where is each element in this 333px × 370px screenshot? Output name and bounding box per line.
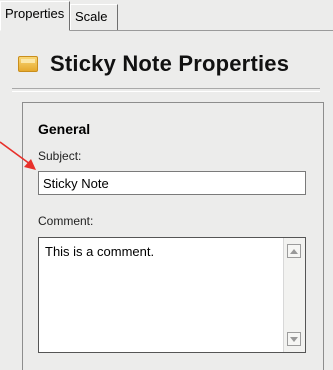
properties-panel: Properties Scale Sticky Note Properties …: [0, 0, 333, 370]
subject-input[interactable]: [38, 171, 306, 195]
general-group-title: General: [38, 121, 91, 137]
callout-arrow-icon: [0, 141, 36, 170]
general-group: General Subject: Comment: This is a comm…: [22, 102, 324, 370]
scroll-down-arrow-icon: [290, 336, 298, 342]
comment-scrollbar[interactable]: [283, 238, 305, 352]
scroll-up-arrow-icon: [290, 248, 298, 254]
panel-header: Sticky Note Properties: [16, 40, 316, 88]
comment-label: Comment:: [38, 214, 94, 228]
comment-textarea[interactable]: This is a comment.: [38, 237, 306, 353]
tab-scale[interactable]: Scale: [70, 4, 118, 30]
sticky-note-icon: [18, 56, 38, 72]
scroll-down-button[interactable]: [287, 332, 301, 346]
header-divider: [12, 88, 320, 92]
page-title: Sticky Note Properties: [50, 51, 290, 76]
comment-text: This is a comment.: [45, 244, 155, 259]
tab-scale-label: Scale: [75, 9, 108, 24]
tab-properties-label: Properties: [5, 6, 65, 21]
scroll-up-button[interactable]: [287, 244, 301, 258]
subject-label: Subject:: [38, 149, 82, 163]
tab-properties[interactable]: Properties: [0, 1, 70, 31]
tab-strip: Properties Scale: [0, 0, 333, 31]
